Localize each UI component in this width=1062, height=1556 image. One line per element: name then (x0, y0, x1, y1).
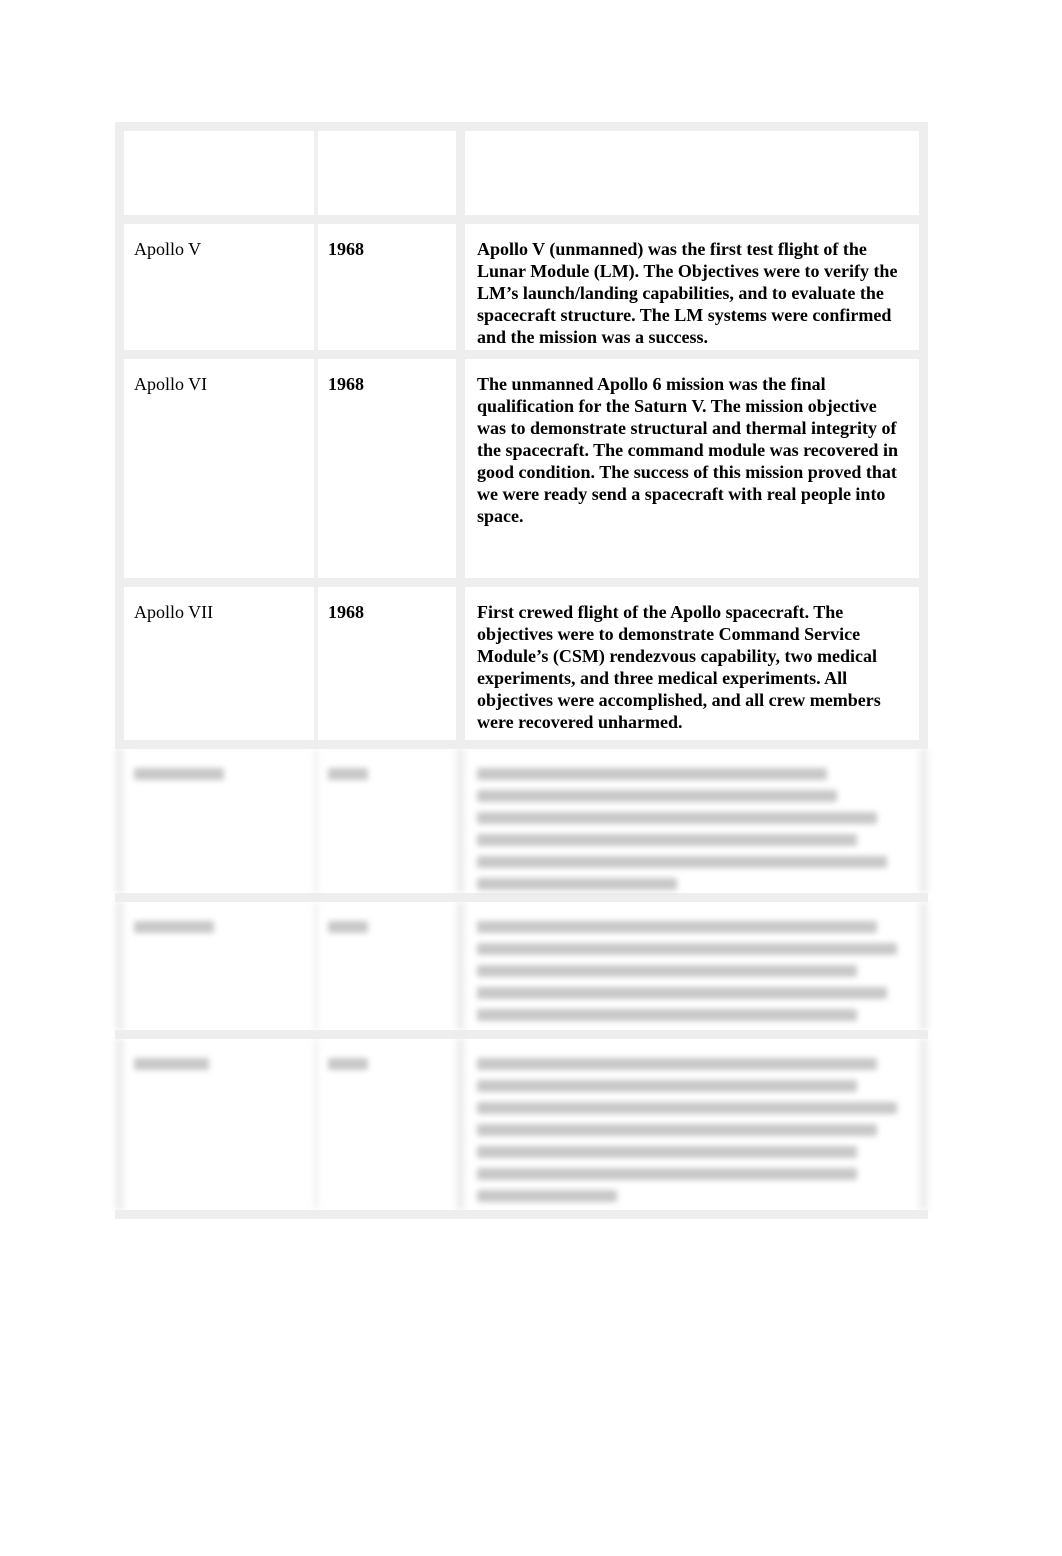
cell-year: 1968 (318, 224, 465, 350)
blurred-cell (465, 749, 928, 893)
apollo-missions-table: Apollo V 1968 Apollo V (unmanned) was th… (115, 122, 928, 1219)
blurred-cell (465, 902, 928, 1030)
blurred-cell (115, 1039, 318, 1210)
table-row-blurred (115, 902, 928, 1039)
table-row-blurred (115, 1039, 928, 1219)
cell-name: Apollo VI (115, 359, 318, 578)
cell-name: Apollo V (115, 224, 318, 350)
cell-year: 1968 (318, 587, 465, 740)
table-row-blurred (115, 749, 928, 902)
table-row: Apollo VII 1968 First crewed flight of t… (115, 587, 928, 749)
cell-name (115, 131, 318, 215)
cell-description: The unmanned Apollo 6 mission was the fi… (465, 359, 928, 578)
blurred-cell (318, 1039, 465, 1210)
cell-year: 1968 (318, 359, 465, 578)
table-row: Apollo VI 1968 The unmanned Apollo 6 mis… (115, 359, 928, 587)
cell-name: Apollo VII (115, 587, 318, 740)
table-row: Apollo V 1968 Apollo V (unmanned) was th… (115, 224, 928, 359)
blurred-cell (465, 1039, 928, 1210)
cell-year (318, 131, 465, 215)
cell-description: Apollo V (unmanned) was the first test f… (465, 224, 928, 350)
table-row-header (115, 122, 928, 224)
blurred-cell (115, 902, 318, 1030)
cell-description (465, 131, 928, 215)
blurred-cell (115, 749, 318, 893)
blurred-cell (318, 902, 465, 1030)
blurred-cell (318, 749, 465, 893)
cell-description: First crewed flight of the Apollo spacec… (465, 587, 928, 740)
